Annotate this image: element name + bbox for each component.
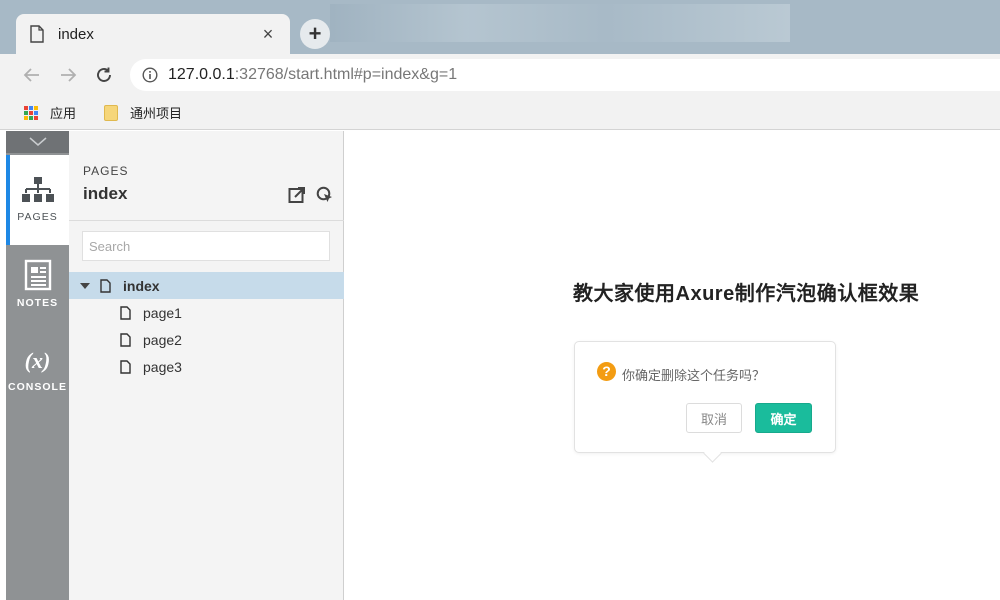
bookmarks-bar: 应用 通州项目 (0, 96, 1000, 130)
forward-button[interactable] (55, 62, 81, 88)
tree-item-label: page3 (143, 358, 182, 375)
close-tab-icon[interactable]: × (258, 24, 278, 44)
bookmark-folder[interactable]: 通州项目 (104, 103, 182, 122)
pages-search-input[interactable] (82, 231, 330, 261)
rail-label: PAGES (17, 211, 58, 223)
question-icon: ? (597, 362, 616, 381)
tree-item-page3[interactable]: page3 (69, 353, 344, 380)
panel-title: index (83, 184, 128, 203)
page-heading: 教大家使用Axure制作汽泡确认框效果 (573, 283, 920, 305)
apps-grid-icon (24, 105, 38, 120)
browser-tab[interactable]: index × (16, 14, 290, 54)
address-bar[interactable]: 127.0.0.1:32768/start.html#p=index&g=1 (130, 59, 1000, 91)
axure-left-rail: PAGES NOTES (x) CONSOLE (6, 131, 69, 600)
tree-item-page1[interactable]: page1 (69, 299, 344, 326)
pages-panel-header: PAGES index (69, 131, 344, 221)
back-button[interactable] (19, 62, 45, 88)
page-icon (120, 305, 131, 320)
url-path: :32768/start.html#p=index&g=1 (234, 66, 458, 83)
page-icon (120, 332, 131, 347)
rail-label: NOTES (16, 297, 59, 309)
tree-item-label: page1 (143, 304, 182, 321)
reload-button[interactable] (91, 62, 117, 88)
notes-icon (24, 259, 51, 291)
caret-down-icon[interactable] (80, 282, 90, 289)
new-tab-button[interactable]: + (300, 19, 330, 49)
tree-item-label: page2 (143, 331, 182, 348)
browser-toolbar: 127.0.0.1:32768/start.html#p=index&g=1 (0, 54, 1000, 96)
collapse-rail-button[interactable] (6, 131, 69, 153)
pages-panel: PAGES index index page1 page2 page3 (69, 131, 344, 600)
bookmark-apps[interactable]: 应用 (24, 103, 76, 122)
bookmark-label: 通州项目 (130, 106, 183, 121)
folder-icon (104, 104, 119, 121)
prototype-canvas: 教大家使用Axure制作汽泡确认框效果 ? 你确定删除这个任务吗？ 取消 确定 (345, 131, 1000, 600)
page-tree: index page1 page2 page3 (69, 272, 344, 380)
confirm-popover: ? 你确定删除这个任务吗？ 取消 确定 (574, 341, 836, 453)
confirm-message: 你确定删除这个任务吗？ (622, 368, 766, 383)
info-icon[interactable] (142, 67, 158, 83)
browser-titlebar: index × + (0, 0, 1000, 54)
page-icon (120, 359, 131, 374)
rail-label: CONSOLE (8, 381, 67, 393)
tree-item-index[interactable]: index (69, 272, 344, 299)
hotspot-pointer-icon[interactable] (316, 186, 334, 204)
chevron-down-icon (29, 137, 46, 146)
rail-tab-pages[interactable]: PAGES (6, 155, 69, 245)
tree-item-label: index (123, 277, 160, 294)
background-window-blur (330, 4, 790, 42)
rail-tab-console[interactable]: (x) CONSOLE (6, 347, 69, 407)
document-icon (30, 25, 44, 43)
arrow-right-icon (61, 68, 77, 82)
open-in-new-icon[interactable] (288, 186, 306, 204)
tree-item-page2[interactable]: page2 (69, 326, 344, 353)
reload-icon (97, 67, 111, 82)
rail-tab-notes[interactable]: NOTES (6, 259, 69, 319)
panel-kicker: PAGES (83, 164, 129, 178)
url-host: 127.0.0.1 (168, 66, 235, 83)
arrow-left-icon (23, 68, 39, 82)
tab-title: index (58, 25, 94, 43)
page-icon (100, 278, 111, 293)
variable-icon: (x) (24, 348, 51, 373)
cancel-button[interactable]: 取消 (686, 403, 742, 433)
confirm-button[interactable]: 确定 (755, 403, 812, 433)
bookmark-label: 应用 (50, 106, 77, 121)
sitemap-icon (21, 177, 54, 202)
